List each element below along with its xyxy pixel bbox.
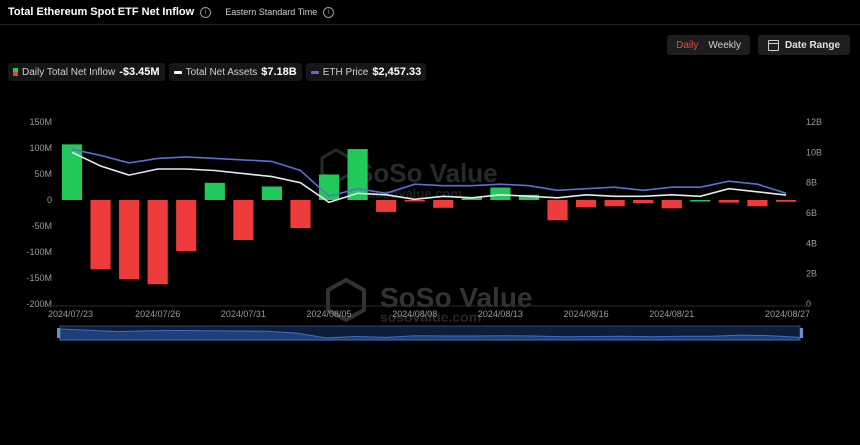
navigator-handle-right[interactable] bbox=[800, 328, 803, 338]
inflow-bar[interactable] bbox=[661, 200, 682, 209]
inflow-bar[interactable] bbox=[433, 200, 454, 208]
inflow-bar[interactable] bbox=[261, 186, 283, 200]
inflow-bar[interactable] bbox=[147, 200, 168, 285]
inflow-bar[interactable] bbox=[290, 200, 311, 229]
y-right-tick: 8B bbox=[806, 178, 817, 188]
inflow-bar[interactable] bbox=[490, 187, 511, 200]
range-navigator[interactable] bbox=[57, 325, 803, 341]
inflow-bar[interactable] bbox=[547, 200, 568, 221]
inflow-bar[interactable] bbox=[233, 200, 254, 241]
x-tick-label: 2024/08/16 bbox=[564, 309, 609, 319]
x-tick-label: 2024/08/13 bbox=[478, 309, 523, 319]
x-tick-label: 2024/08/05 bbox=[307, 309, 352, 319]
inflow-bar[interactable] bbox=[119, 200, 140, 280]
x-tick-label: 2024/08/08 bbox=[392, 309, 437, 319]
y-right-tick: 10B bbox=[806, 147, 822, 157]
y-left-tick: -150M bbox=[26, 273, 52, 283]
etf-chart: SoSo Value sosovalue.com SoSo Value soso… bbox=[26, 117, 822, 341]
y-right-tick: 12B bbox=[806, 117, 822, 127]
inflow-bar[interactable] bbox=[404, 200, 425, 202]
y-right-tick: 4B bbox=[806, 238, 817, 248]
inflow-bar[interactable] bbox=[633, 200, 654, 204]
inflow-bar[interactable] bbox=[90, 200, 111, 270]
inflow-bar[interactable] bbox=[347, 149, 368, 200]
x-tick-label: 2024/08/21 bbox=[649, 309, 694, 319]
y-axis-left: 150M 100M 50M 0 -50M -100M -150M -200M bbox=[26, 117, 52, 309]
inflow-bar[interactable] bbox=[747, 200, 768, 207]
x-tick-label: 2024/08/27 bbox=[765, 309, 810, 319]
y-right-tick: 0 bbox=[806, 299, 811, 309]
inflow-bar[interactable] bbox=[690, 200, 711, 202]
x-tick-label: 2024/07/23 bbox=[48, 309, 93, 319]
inflow-bar[interactable] bbox=[604, 200, 625, 207]
y-left-tick: 50M bbox=[34, 169, 52, 179]
x-tick-label: 2024/07/31 bbox=[221, 309, 266, 319]
inflow-bar[interactable] bbox=[575, 200, 597, 208]
inflow-bar[interactable] bbox=[176, 200, 197, 251]
y-left-tick: -50M bbox=[31, 221, 52, 231]
y-right-tick: 6B bbox=[806, 208, 817, 218]
inflow-bar[interactable] bbox=[718, 200, 739, 203]
y-left-tick: -200M bbox=[26, 299, 52, 309]
watermark-brand-top: SoSo Value bbox=[356, 158, 498, 188]
y-left-tick: 150M bbox=[29, 117, 52, 127]
inflow-bar[interactable] bbox=[204, 182, 225, 200]
y-left-tick: 0 bbox=[47, 195, 52, 205]
y-left-tick: -100M bbox=[26, 247, 52, 257]
y-axis-right: 12B 10B 8B 6B 4B 2B 0 bbox=[806, 117, 822, 309]
navigator-handle-left[interactable] bbox=[57, 328, 60, 338]
x-tick-label: 2024/07/26 bbox=[135, 309, 180, 319]
y-left-tick: 100M bbox=[29, 143, 52, 153]
y-right-tick: 2B bbox=[806, 269, 817, 279]
inflow-bar[interactable] bbox=[775, 200, 797, 202]
inflow-bar[interactable] bbox=[376, 200, 397, 212]
